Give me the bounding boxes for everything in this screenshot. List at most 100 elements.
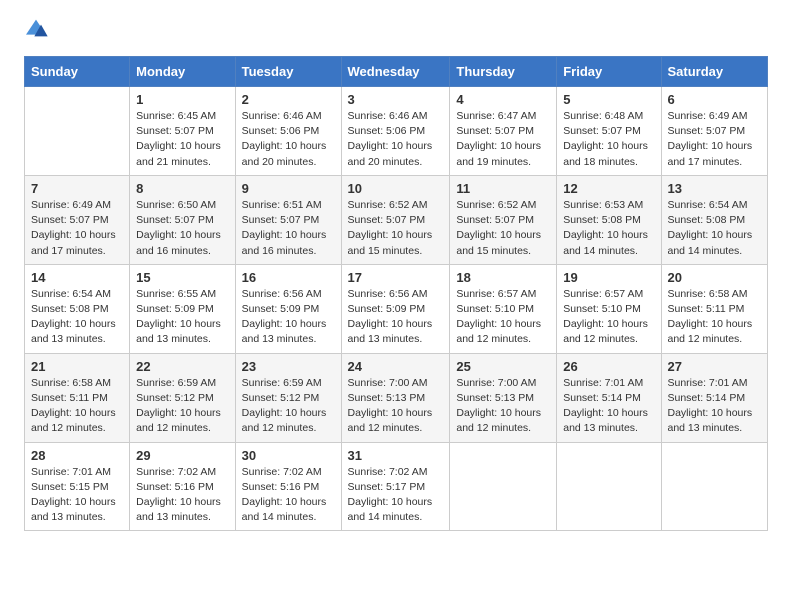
calendar-cell: 24 Sunrise: 7:00 AM Sunset: 5:13 PM Dayli… [341, 353, 450, 442]
day-info: Sunrise: 6:56 AM Sunset: 5:09 PM Dayligh… [242, 287, 335, 348]
calendar-cell: 7Sunrise: 6:49 AM Sunset: 5:07 PM Daylig… [25, 175, 130, 264]
day-number: 28 [31, 448, 123, 463]
calendar-cell: 8 Sunrise: 6:50 AM Sunset: 5:07 PM Daylig… [130, 175, 235, 264]
day-number: 8 [136, 181, 228, 196]
day-number: 30 [242, 448, 335, 463]
calendar-cell: 16 Sunrise: 6:56 AM Sunset: 5:09 PM Dayli… [235, 264, 341, 353]
day-number: 14 [31, 270, 123, 285]
day-info: Sunrise: 6:51 AM Sunset: 5:07 PM Dayligh… [242, 198, 335, 259]
calendar-cell [25, 87, 130, 176]
calendar-cell: 15Sunrise: 6:55 AM Sunset: 5:09 PM Dayli… [130, 264, 235, 353]
calendar-cell: 28Sunrise: 7:01 AM Sunset: 5:15 PM Dayli… [25, 442, 130, 531]
header-thursday: Thursday [450, 57, 557, 87]
day-info: Sunrise: 6:56 AM Sunset: 5:09 PM Dayligh… [348, 287, 444, 348]
day-info: Sunrise: 6:58 AM Sunset: 5:11 PM Dayligh… [31, 376, 123, 437]
day-number: 10 [348, 181, 444, 196]
day-number: 19 [563, 270, 654, 285]
calendar-cell: 11 Sunrise: 6:52 AM Sunset: 5:07 PM Dayli… [450, 175, 557, 264]
day-info: Sunrise: 6:49 AM Sunset: 5:07 PM Dayligh… [31, 198, 123, 259]
calendar-cell: 14 Sunrise: 6:54 AM Sunset: 5:08 PM Dayli… [25, 264, 130, 353]
day-number: 31 [348, 448, 444, 463]
day-info: Sunrise: 6:54 AM Sunset: 5:08 PM Dayligh… [31, 287, 123, 348]
header-monday: Monday [130, 57, 235, 87]
calendar-cell: 31 Sunrise: 7:02 AM Sunset: 5:17 PM Dayli… [341, 442, 450, 531]
day-info: Sunrise: 6:58 AM Sunset: 5:11 PM Dayligh… [668, 287, 762, 348]
header-wednesday: Wednesday [341, 57, 450, 87]
day-info: Sunrise: 7:02 AM Sunset: 5:16 PM Dayligh… [136, 465, 228, 526]
calendar-cell: 5Sunrise: 6:48 AM Sunset: 5:07 PM Daylig… [557, 87, 661, 176]
calendar-week-row: 21 Sunrise: 6:58 AM Sunset: 5:11 PM Dayli… [25, 353, 768, 442]
day-number: 23 [242, 359, 335, 374]
day-number: 3 [348, 92, 444, 107]
day-number: 6 [668, 92, 762, 107]
calendar-cell [450, 442, 557, 531]
day-info: Sunrise: 6:59 AM Sunset: 5:12 PM Dayligh… [242, 376, 335, 437]
calendar-cell: 23 Sunrise: 6:59 AM Sunset: 5:12 PM Dayli… [235, 353, 341, 442]
calendar-cell: 21 Sunrise: 6:58 AM Sunset: 5:11 PM Dayli… [25, 353, 130, 442]
day-info: Sunrise: 6:48 AM Sunset: 5:07 PM Dayligh… [563, 109, 654, 170]
calendar-week-row: 7Sunrise: 6:49 AM Sunset: 5:07 PM Daylig… [25, 175, 768, 264]
calendar-cell: 9 Sunrise: 6:51 AM Sunset: 5:07 PM Daylig… [235, 175, 341, 264]
calendar-cell: 4Sunrise: 6:47 AM Sunset: 5:07 PM Daylig… [450, 87, 557, 176]
calendar-cell [557, 442, 661, 531]
day-info: Sunrise: 7:00 AM Sunset: 5:13 PM Dayligh… [348, 376, 444, 437]
calendar-cell: 18Sunrise: 6:57 AM Sunset: 5:10 PM Dayli… [450, 264, 557, 353]
day-number: 2 [242, 92, 335, 107]
day-number: 21 [31, 359, 123, 374]
calendar-cell: 30 Sunrise: 7:02 AM Sunset: 5:16 PM Dayli… [235, 442, 341, 531]
calendar-cell: 22 Sunrise: 6:59 AM Sunset: 5:12 PM Dayli… [130, 353, 235, 442]
calendar-cell: 12Sunrise: 6:53 AM Sunset: 5:08 PM Dayli… [557, 175, 661, 264]
day-info: Sunrise: 6:50 AM Sunset: 5:07 PM Dayligh… [136, 198, 228, 259]
day-info: Sunrise: 7:01 AM Sunset: 5:14 PM Dayligh… [563, 376, 654, 437]
calendar-cell: 19 Sunrise: 6:57 AM Sunset: 5:10 PM Dayli… [557, 264, 661, 353]
day-number: 15 [136, 270, 228, 285]
day-info: Sunrise: 7:02 AM Sunset: 5:17 PM Dayligh… [348, 465, 444, 526]
header-tuesday: Tuesday [235, 57, 341, 87]
day-number: 13 [668, 181, 762, 196]
day-info: Sunrise: 6:52 AM Sunset: 5:07 PM Dayligh… [456, 198, 550, 259]
header-saturday: Saturday [661, 57, 768, 87]
day-info: Sunrise: 6:46 AM Sunset: 5:06 PM Dayligh… [348, 109, 444, 170]
calendar-cell: 25Sunrise: 7:00 AM Sunset: 5:13 PM Dayli… [450, 353, 557, 442]
day-number: 24 [348, 359, 444, 374]
header-sunday: Sunday [25, 57, 130, 87]
day-info: Sunrise: 6:52 AM Sunset: 5:07 PM Dayligh… [348, 198, 444, 259]
calendar-cell: 2Sunrise: 6:46 AM Sunset: 5:06 PM Daylig… [235, 87, 341, 176]
day-number: 27 [668, 359, 762, 374]
day-info: Sunrise: 6:57 AM Sunset: 5:10 PM Dayligh… [563, 287, 654, 348]
day-info: Sunrise: 6:49 AM Sunset: 5:07 PM Dayligh… [668, 109, 762, 170]
logo-icon [24, 18, 48, 38]
day-number: 1 [136, 92, 228, 107]
calendar-cell: 26 Sunrise: 7:01 AM Sunset: 5:14 PM Dayli… [557, 353, 661, 442]
calendar-cell [661, 442, 768, 531]
day-number: 9 [242, 181, 335, 196]
calendar-table: SundayMondayTuesdayWednesdayThursdayFrid… [24, 56, 768, 531]
day-number: 11 [456, 181, 550, 196]
day-number: 16 [242, 270, 335, 285]
day-info: Sunrise: 7:02 AM Sunset: 5:16 PM Dayligh… [242, 465, 335, 526]
page-header [24, 20, 768, 40]
day-number: 17 [348, 270, 444, 285]
calendar-cell: 20 Sunrise: 6:58 AM Sunset: 5:11 PM Dayli… [661, 264, 768, 353]
calendar-cell: 17 Sunrise: 6:56 AM Sunset: 5:09 PM Dayli… [341, 264, 450, 353]
calendar-week-row: 28Sunrise: 7:01 AM Sunset: 5:15 PM Dayli… [25, 442, 768, 531]
day-info: Sunrise: 6:54 AM Sunset: 5:08 PM Dayligh… [668, 198, 762, 259]
header-friday: Friday [557, 57, 661, 87]
calendar-cell: 3 Sunrise: 6:46 AM Sunset: 5:06 PM Daylig… [341, 87, 450, 176]
day-number: 26 [563, 359, 654, 374]
day-number: 20 [668, 270, 762, 285]
logo [24, 20, 52, 40]
day-number: 22 [136, 359, 228, 374]
day-info: Sunrise: 6:59 AM Sunset: 5:12 PM Dayligh… [136, 376, 228, 437]
day-number: 12 [563, 181, 654, 196]
day-info: Sunrise: 7:00 AM Sunset: 5:13 PM Dayligh… [456, 376, 550, 437]
day-info: Sunrise: 6:57 AM Sunset: 5:10 PM Dayligh… [456, 287, 550, 348]
day-info: Sunrise: 7:01 AM Sunset: 5:14 PM Dayligh… [668, 376, 762, 437]
day-number: 4 [456, 92, 550, 107]
calendar-cell: 13 Sunrise: 6:54 AM Sunset: 5:08 PM Dayli… [661, 175, 768, 264]
calendar-week-row: 14 Sunrise: 6:54 AM Sunset: 5:08 PM Dayli… [25, 264, 768, 353]
calendar-week-row: 1Sunrise: 6:45 AM Sunset: 5:07 PM Daylig… [25, 87, 768, 176]
day-number: 29 [136, 448, 228, 463]
calendar-cell: 6 Sunrise: 6:49 AM Sunset: 5:07 PM Daylig… [661, 87, 768, 176]
calendar-cell: 29 Sunrise: 7:02 AM Sunset: 5:16 PM Dayli… [130, 442, 235, 531]
